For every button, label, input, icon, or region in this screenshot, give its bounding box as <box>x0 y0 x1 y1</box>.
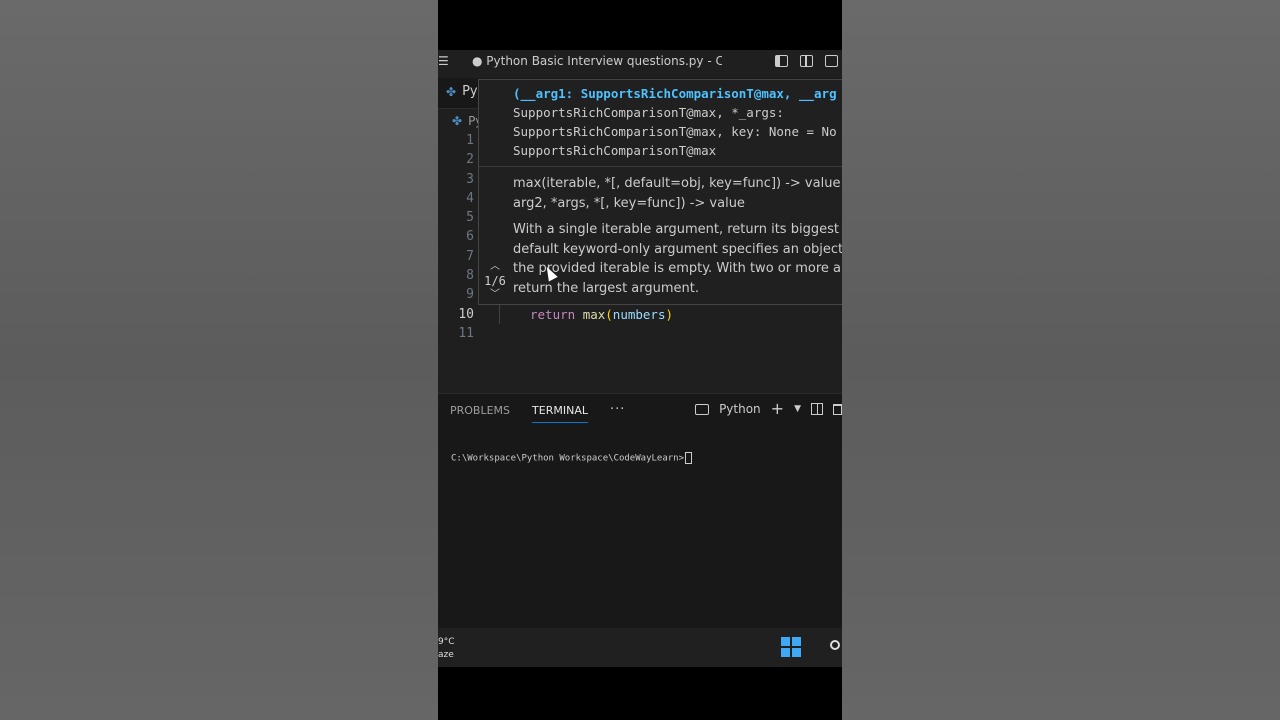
vscode-window: ☰ ● Python Basic Interview questions.py … <box>438 50 842 667</box>
signature-line: SupportsRichComparisonT@max <box>513 143 717 158</box>
line-number: 4 <box>466 191 474 206</box>
terminal-shell-label[interactable]: Python <box>719 402 761 416</box>
line-number: 1 <box>466 133 474 148</box>
trash-icon[interactable] <box>833 403 842 415</box>
line-number: 9 <box>466 287 474 302</box>
signature-head: (__arg1: SupportsRichComparisonT@max, __… <box>513 86 837 101</box>
chevron-up-icon[interactable]: ︿ <box>481 260 509 274</box>
tab-terminal[interactable]: TERMINAL <box>532 404 588 423</box>
keyword-return: return <box>530 307 576 322</box>
customize-layout-icon[interactable] <box>825 55 838 67</box>
line-number: 11 <box>458 326 474 341</box>
toggle-sidebar-icon[interactable] <box>775 55 788 67</box>
weather-temp: 9°C <box>438 637 455 647</box>
title-bar: ☰ ● Python Basic Interview questions.py … <box>438 50 842 628</box>
signature-help-popup: (__arg1: SupportsRichComparisonT@max, __… <box>478 79 842 305</box>
bottom-panel: PROBLEMS TERMINAL ··· Python + ▼ C:\Work… <box>438 393 842 629</box>
blurred-background-right <box>842 0 1280 720</box>
overload-navigator: ︿ 1/6 ﹀ <box>481 260 509 302</box>
blurred-background-left <box>0 0 438 720</box>
doc-line: the provided iterable is empty. With two… <box>513 261 842 276</box>
code-editor[interactable]: 1 2 3 4 5 6 7 8 9 10 11 return max(numbe… <box>438 79 842 390</box>
line-number: 2 <box>466 152 474 167</box>
layout-controls <box>775 50 842 628</box>
toggle-secondary-sidebar-icon[interactable] <box>800 55 813 67</box>
doc-line: max(iterable, *[, default=obj, key=func]… <box>513 176 842 191</box>
line-number-active: 10 <box>458 307 474 322</box>
terminal-actions: Python + ▼ <box>695 401 842 417</box>
function-name: max <box>582 307 606 322</box>
python-file-icon: ✤ <box>452 114 463 128</box>
signature-block: (__arg1: SupportsRichComparisonT@max, __… <box>513 84 842 160</box>
split-terminal-icon[interactable] <box>811 403 823 415</box>
python-file-icon: ✤ <box>446 84 457 99</box>
code-line-10: return max(numbers) <box>530 307 673 322</box>
line-number: 8 <box>466 268 474 283</box>
panel-tabs: PROBLEMS TERMINAL ··· <box>450 402 625 423</box>
window-title: ● Python Basic Interview questions.py - … <box>472 54 722 68</box>
overload-counter: 1/6 <box>484 274 506 288</box>
open-paren: ( <box>605 307 613 322</box>
chevron-down-icon[interactable]: ▼ <box>794 404 801 414</box>
line-number: 6 <box>466 229 474 244</box>
more-actions-icon[interactable]: ··· <box>610 402 625 423</box>
editor-tab-label: Py <box>462 84 478 99</box>
new-terminal-icon[interactable]: + <box>771 401 784 417</box>
doc-line: default keyword-only argument specifies … <box>513 241 842 257</box>
documentation-block: max(iterable, *[, default=obj, key=func]… <box>513 174 842 304</box>
terminal-caret <box>685 452 692 464</box>
argument-name: numbers <box>612 307 666 322</box>
weather-widget[interactable]: 9°C aze <box>438 636 455 662</box>
windows-start-icon[interactable] <box>781 637 801 657</box>
doc-line: arg2, *args, *[, key=func]) -> value <box>513 195 745 211</box>
weather-condition: aze <box>438 650 454 660</box>
windows-taskbar: 9°C aze <box>438 628 842 667</box>
signature-line: SupportsRichComparisonT@max, *_args: <box>513 105 784 120</box>
line-number: 5 <box>466 210 474 225</box>
tab-problems[interactable]: PROBLEMS <box>450 404 510 423</box>
terminal-prompt: C:\Workspace\Python Workspace\CodeWayLea… <box>451 453 684 464</box>
hamburger-menu-icon[interactable]: ☰ <box>438 54 449 68</box>
doc-line: return the largest argument. <box>513 280 699 296</box>
terminal-output[interactable]: C:\Workspace\Python Workspace\CodeWayLea… <box>451 452 692 464</box>
close-paren: ) <box>665 307 674 322</box>
doc-line: With a single iterable argument, return … <box>513 222 842 237</box>
search-icon[interactable] <box>830 640 840 650</box>
terminal-icon <box>695 403 710 415</box>
signature-line: SupportsRichComparisonT@max, key: None =… <box>513 124 837 139</box>
popup-divider <box>479 166 842 167</box>
line-number: 3 <box>466 172 474 187</box>
video-frame: ☰ ● Python Basic Interview questions.py … <box>438 0 842 720</box>
chevron-down-icon[interactable]: ﹀ <box>481 288 509 302</box>
line-number: 7 <box>466 249 474 264</box>
editor-tab[interactable]: ✤ Py <box>446 84 478 99</box>
